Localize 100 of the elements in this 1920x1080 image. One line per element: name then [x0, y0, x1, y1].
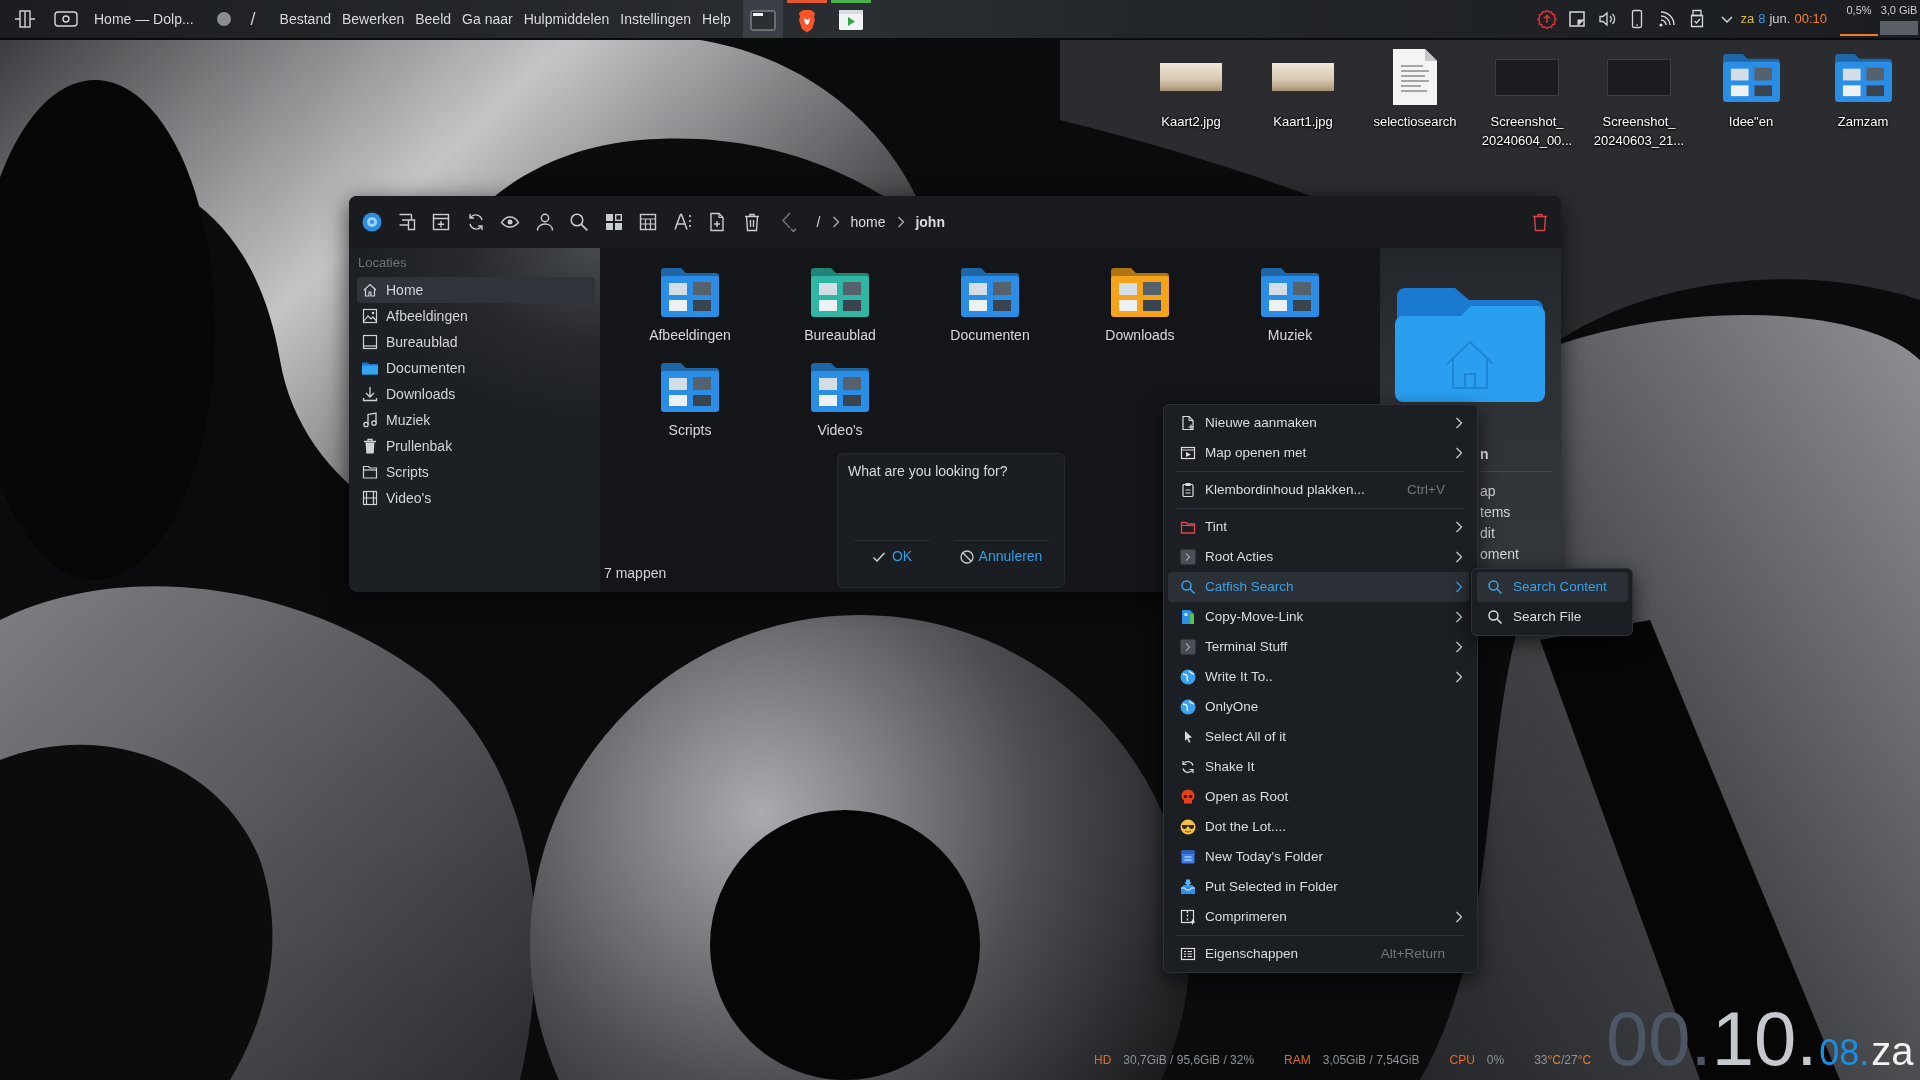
sunglasses-face-icon: [1180, 819, 1196, 835]
folder-icon[interactable]: [810, 361, 870, 413]
sidebar-item[interactable]: Documenten: [357, 355, 595, 381]
layout-icon[interactable]: [14, 9, 36, 29]
search-icon[interactable]: [569, 212, 589, 232]
calendar-icon: [1180, 849, 1196, 865]
ok-button[interactable]: OK: [853, 540, 931, 572]
new-tab-icon[interactable]: [431, 212, 451, 232]
table-view-icon[interactable]: [638, 212, 658, 232]
camera-icon[interactable]: [54, 11, 78, 27]
cog-arrow-icon[interactable]: [1536, 9, 1557, 29]
menu-item[interactable]: Terminal Stuff: [1168, 632, 1469, 662]
menu-item[interactable]: Write It To..: [1168, 662, 1469, 692]
folder-icon[interactable]: [1110, 266, 1170, 318]
volume-icon[interactable]: [1596, 9, 1617, 29]
temperature-reading: 33°C/27°C: [1534, 1052, 1592, 1069]
search-icon: [1487, 579, 1503, 595]
folder-name: Muziek: [1267, 326, 1313, 344]
folder-name: Bureaublad: [804, 326, 876, 344]
clipboard-icon: [1180, 482, 1196, 498]
chevron-right-icon: [832, 216, 841, 228]
slash-label: /: [250, 7, 256, 31]
menu-item[interactable]: Eigenschappen Alt+Return: [1168, 939, 1469, 969]
menu-item[interactable]: Select All of it: [1168, 722, 1469, 752]
sidebar-item[interactable]: Downloads: [357, 381, 595, 407]
file-name: Idee"en: [1728, 113, 1774, 131]
disc-icon[interactable]: [362, 212, 382, 232]
menu-item[interactable]: Root Acties: [1168, 542, 1469, 572]
person-icon[interactable]: [534, 212, 555, 232]
menu-item[interactable]: Put Selected in Folder: [1168, 872, 1469, 902]
breadcrumb-item[interactable]: home: [850, 211, 886, 233]
menu-item[interactable]: Tint: [1168, 512, 1469, 542]
menu-item[interactable]: Bewerken: [342, 8, 405, 30]
home-folder-icon: [1395, 286, 1545, 402]
inbox-icon: [1180, 879, 1196, 895]
menu-item[interactable]: Klembordinhoud plakken... Ctrl+V: [1168, 475, 1469, 505]
menu-item[interactable]: OnlyOne: [1168, 692, 1469, 722]
menu-item[interactable]: Bestand: [279, 8, 331, 30]
chevron-right-icon: [897, 216, 906, 228]
folder-icon[interactable]: [810, 266, 870, 318]
menu-item[interactable]: Hulpmiddelen: [523, 8, 610, 30]
folder-name: Video's: [817, 421, 863, 439]
clock-day: 08.: [1819, 1035, 1870, 1071]
menu-item[interactable]: Copy-Move-Link: [1168, 602, 1469, 632]
window-icon: [749, 9, 776, 31]
stat-value: 3,05GiB / 7,54GiB: [1322, 1052, 1420, 1069]
globe-icon: [1180, 699, 1196, 715]
menu-item[interactable]: Shake It: [1168, 752, 1469, 782]
cancel-button[interactable]: Annuleren: [953, 540, 1049, 572]
sidebar-item[interactable]: Muziek: [357, 407, 595, 433]
archive-icon: [1180, 909, 1196, 925]
search-icon: [1487, 609, 1503, 625]
folder-icon[interactable]: [660, 266, 720, 318]
folder-icon[interactable]: [660, 361, 720, 413]
note-icon[interactable]: [1566, 9, 1587, 29]
window-play-icon: [1180, 445, 1196, 461]
menu-item[interactable]: New Today's Folder: [1168, 842, 1469, 872]
menu-item[interactable]: Dot the Lot....: [1168, 812, 1469, 842]
new-file-icon[interactable]: [707, 212, 727, 232]
trash-icon: [362, 438, 378, 454]
document-icon[interactable]: [1392, 48, 1438, 106]
terminal-icon: [1180, 639, 1196, 655]
menu-item[interactable]: Help: [702, 8, 731, 30]
folder-icon[interactable]: [1260, 266, 1320, 318]
sidebar-item[interactable]: Scripts: [357, 459, 595, 485]
refresh-icon: [1180, 759, 1196, 775]
folder-icon[interactable]: [960, 266, 1020, 318]
folder-name: Downloads: [1105, 326, 1175, 344]
menu-item[interactable]: Search File: [1477, 602, 1628, 632]
properties-icon: [1180, 946, 1196, 962]
section-heading: Locaties: [357, 254, 408, 272]
home-icon: [362, 282, 378, 298]
info-text: oment: [1480, 545, 1519, 564]
breadcrumb-item[interactable]: /: [816, 211, 821, 233]
memory-usage-text: 3,0 GiB: [1880, 3, 1918, 17]
menu-item[interactable]: Map openen met: [1168, 438, 1469, 468]
music-note-icon: [362, 412, 378, 428]
sidebar-item[interactable]: Video's: [357, 485, 595, 511]
menu-item[interactable]: Comprimeren: [1168, 902, 1469, 932]
menu-item[interactable]: Instellingen: [620, 8, 692, 30]
grid-view-icon[interactable]: [603, 212, 624, 232]
play-icon: [837, 9, 864, 31]
breadcrumb-item[interactable]: john: [915, 211, 945, 233]
font-icon[interactable]: [672, 212, 693, 232]
shortcut-text: Ctrl+V: [1407, 480, 1445, 499]
sidebar-item[interactable]: Prullenbak: [357, 433, 595, 459]
sidebar-item[interactable]: Home: [357, 277, 595, 303]
menu-item[interactable]: Beeld: [415, 8, 452, 30]
file-name: Zamzam: [1837, 113, 1889, 131]
menu-item[interactable]: Search Content: [1477, 572, 1628, 602]
menu-item[interactable]: Nieuwe aanmaken: [1168, 408, 1469, 438]
sidebar-item[interactable]: Bureaublad: [357, 329, 595, 355]
menu-item[interactable]: Ga naar: [462, 8, 513, 30]
menu-item[interactable]: Catfish Search: [1168, 572, 1469, 602]
dialog-prompt: What are you looking for?: [847, 462, 1009, 480]
stat-value: 30,7GiB / 95,6GiB / 32%: [1123, 1052, 1255, 1069]
sidebar-item[interactable]: Afbeeldingen: [357, 303, 595, 329]
menu-item[interactable]: Open as Root: [1168, 782, 1469, 812]
clock-minutes: 10.: [1711, 1001, 1818, 1077]
folder-name: Scripts: [668, 421, 712, 439]
